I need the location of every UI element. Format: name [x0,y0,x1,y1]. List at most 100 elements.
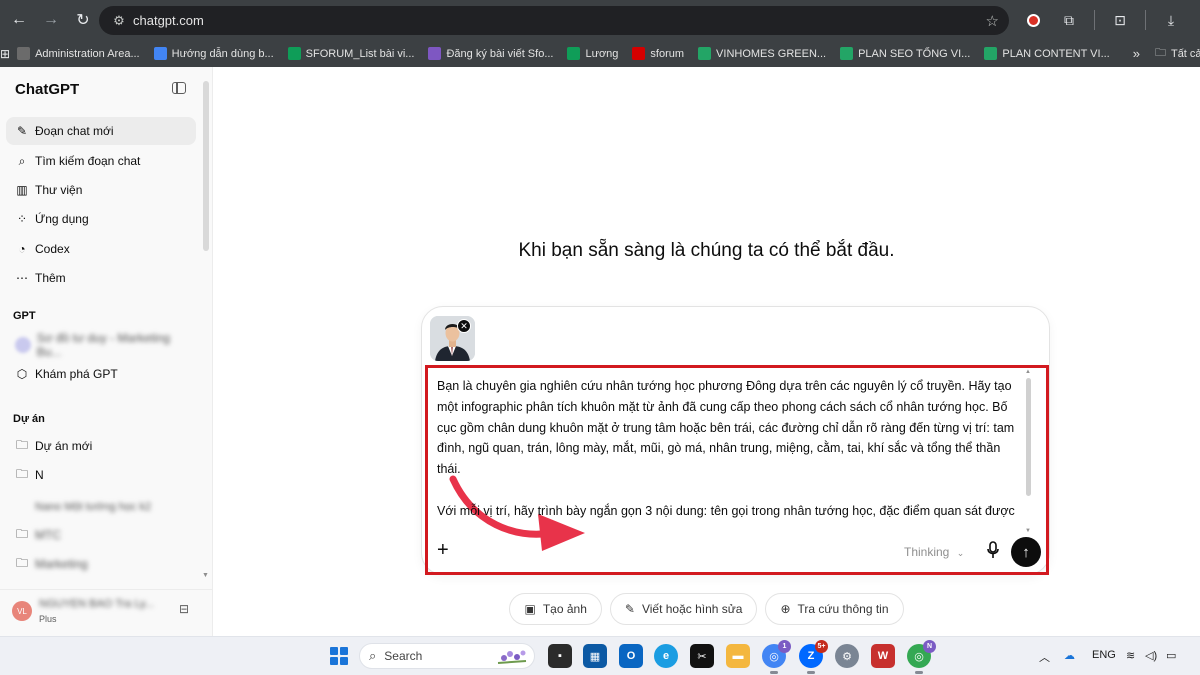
site-info-icon[interactable]: ⚙ [105,13,133,29]
bookmark-favicon-icon [428,47,442,60]
browser-toolbar: ← → ↻ ⚙ chatgpt.com ☆ ⧉ ⊡ ⤓ ⇊ [0,0,1200,40]
reading-list-icon[interactable]: ⇊ [1192,5,1200,35]
sidebar: ChatGPT ▼ ✎ Đoạn chat mới ⌕ Tìm kiếm đoạn c… [0,67,213,636]
extension-record-icon[interactable] [1018,5,1048,35]
chip-label: Tra cứu thông tin [797,602,889,616]
folder-icon: 🗀 [1154,47,1166,59]
prompt-scrollbar[interactable] [1026,378,1031,496]
search-highlight-art [497,650,527,664]
bookmark-item[interactable]: Lương [560,43,625,65]
sidebar-item-more[interactable]: ⋯ Thêm [6,264,196,292]
bookmark-favicon-icon [698,47,712,60]
sidebar-item-project-n[interactable]: 🗀 N [6,461,196,489]
download-icon[interactable]: ⤓ [1156,5,1186,35]
bookmark-item[interactable]: VINHOMES GREEN... [691,43,833,65]
sidebar-item-project-chat[interactable]: Nano Một tướng học k2 [6,493,196,521]
brand-logo-text[interactable]: ChatGPT [15,81,79,98]
chrome-icon[interactable]: ◎ 1 [762,640,791,674]
bookmark-favicon-icon [567,47,581,60]
sidebar-item-new-project[interactable]: 🗀 Dự án mới [6,432,196,460]
address-bar[interactable]: ⚙ chatgpt.com ☆ [99,6,1009,35]
bookmark-item[interactable]: PLAN CONTENT VI... [977,43,1116,65]
chip-create-image[interactable]: ▣ Tạo ảnh [509,593,602,625]
store-icon[interactable]: ▦ [583,644,607,668]
send-button[interactable]: ↑ [1011,537,1041,567]
sidebar-item-project-m[interactable]: 🗀 MTC [6,521,196,549]
wifi-icon[interactable]: ≋ [1126,649,1135,662]
sidebar-item-codex[interactable]: ◔ Codex [6,235,196,263]
back-icon[interactable]: ← [4,5,34,35]
outlook-icon[interactable]: O [619,644,643,668]
gift-icon[interactable]: ⊟ [179,602,189,616]
all-bookmarks-button[interactable]: 🗀 Tất cả [1148,43,1200,65]
sidebar-item-library[interactable]: ▥ Thư viện [6,176,196,204]
taskview-icon[interactable]: ▪ [548,644,572,668]
user-name: NGUYEN BAO Tra Ly... [39,598,154,610]
prompt-textarea[interactable]: Bạn là chuyên gia nghiên cứu nhân tướng … [437,376,1027,526]
bookmark-item[interactable]: sforum [625,43,691,65]
microphone-icon[interactable] [986,541,1000,564]
notification-badge: N [923,640,936,653]
scroll-up-arrow-icon[interactable]: ▲ [1025,369,1031,375]
bookmark-favicon-icon [17,47,31,60]
battery-icon[interactable]: ▭ [1166,649,1176,662]
bookmark-item[interactable]: Administration Area... [10,43,147,65]
sidebar-scrollbar[interactable] [203,81,209,251]
notification-badge: 5+ [815,640,828,653]
pen-icon: ✎ [624,602,635,616]
bookmarks-overflow-button[interactable]: » [1125,46,1148,61]
sidebar-item-new-chat[interactable]: ✎ Đoạn chat mới [6,117,196,145]
scroll-down-arrow-icon[interactable]: ▼ [202,572,209,579]
edge-icon[interactable]: e [654,644,678,668]
language-indicator[interactable]: ENG [1092,649,1116,661]
settings-gear-icon[interactable]: ⚙ [835,644,859,668]
bookmark-label: Lương [585,47,619,60]
chip-write-edit[interactable]: ✎ Viết hoặc hình sửa [609,593,758,625]
sidebar-item-label: Dự án mới [35,439,93,453]
notification-badge: 1 [778,640,791,653]
codex-icon: ◔ [18,242,26,256]
folder-icon: 🗀 [15,466,28,481]
model-selector[interactable]: Thinking ⌄ [904,545,964,559]
sidebar-item-gpt-blurred[interactable]: Sơ đồ tư duy - Marketing Bu... [6,331,196,359]
file-explorer-icon[interactable]: ▬ [726,644,750,668]
sidebar-item-label: N [35,468,44,482]
remove-attachment-icon[interactable]: ✕ [457,319,471,333]
volume-icon[interactable]: ◁) [1145,649,1157,662]
bookmark-star-icon[interactable]: ☆ [986,12,999,30]
scroll-down-arrow-icon[interactable]: ▼ [1025,528,1031,534]
bookmark-item[interactable]: SFORUM_List bài vi... [281,43,422,65]
extensions-icon[interactable]: ⧉ [1054,5,1084,35]
bookmark-item[interactable]: Đăng ký bài viết Sfo... [421,43,560,65]
zalo-icon[interactable]: Z 5+ [799,640,828,674]
chrome-profile-icon[interactable]: ◎ N [907,640,936,674]
apps-grid-icon[interactable]: ⊞ [0,47,10,61]
windows-start-icon[interactable] [330,647,348,665]
apps-icon: ⁘ [16,212,28,226]
sidebar-item-project-marketing[interactable]: 🗀 Marketing [6,550,196,578]
sidebar-item-apps[interactable]: ⁘ Ứng dụng [6,205,196,233]
add-attachment-icon[interactable]: + [437,540,449,560]
capcut-icon[interactable]: ✂ [690,644,714,668]
new-folder-icon: 🗀 [15,437,28,452]
tray-overflow-icon[interactable]: ︿ [1039,649,1050,665]
onedrive-icon[interactable]: ☁ [1064,649,1075,662]
bookmark-favicon-icon [840,47,854,60]
wps-office-icon[interactable]: W [871,644,895,668]
taskbar-search[interactable]: ⌕ Search [359,643,535,669]
globe-icon: ⊕ [780,602,791,616]
tab-search-icon[interactable]: ⊡ [1105,5,1135,35]
sidebar-item-search-chats[interactable]: ⌕ Tìm kiếm đoạn chat [6,147,196,175]
forward-icon[interactable]: → [36,5,66,35]
user-profile[interactable]: VL NGUYEN BAO Tra Ly... Plus ⊟ [0,589,212,636]
bookmark-item[interactable]: Hướng dẫn dùng b... [147,43,281,65]
chip-lookup[interactable]: ⊕ Tra cứu thông tin [765,593,904,625]
bookmark-item[interactable]: PLAN SEO TỔNG VI... [833,43,977,65]
search-icon: ⌕ [369,648,377,663]
bookmark-label: sforum [650,47,685,60]
hero-greeting: Khi bạn sẵn sàng là chúng ta có thể bắt … [518,240,895,261]
url-text: chatgpt.com [133,13,204,28]
reload-icon[interactable]: ↻ [68,5,98,35]
sidebar-toggle-icon[interactable] [172,82,186,94]
sidebar-item-explore-gpt[interactable]: ⬡ Khám phá GPT [6,360,196,388]
